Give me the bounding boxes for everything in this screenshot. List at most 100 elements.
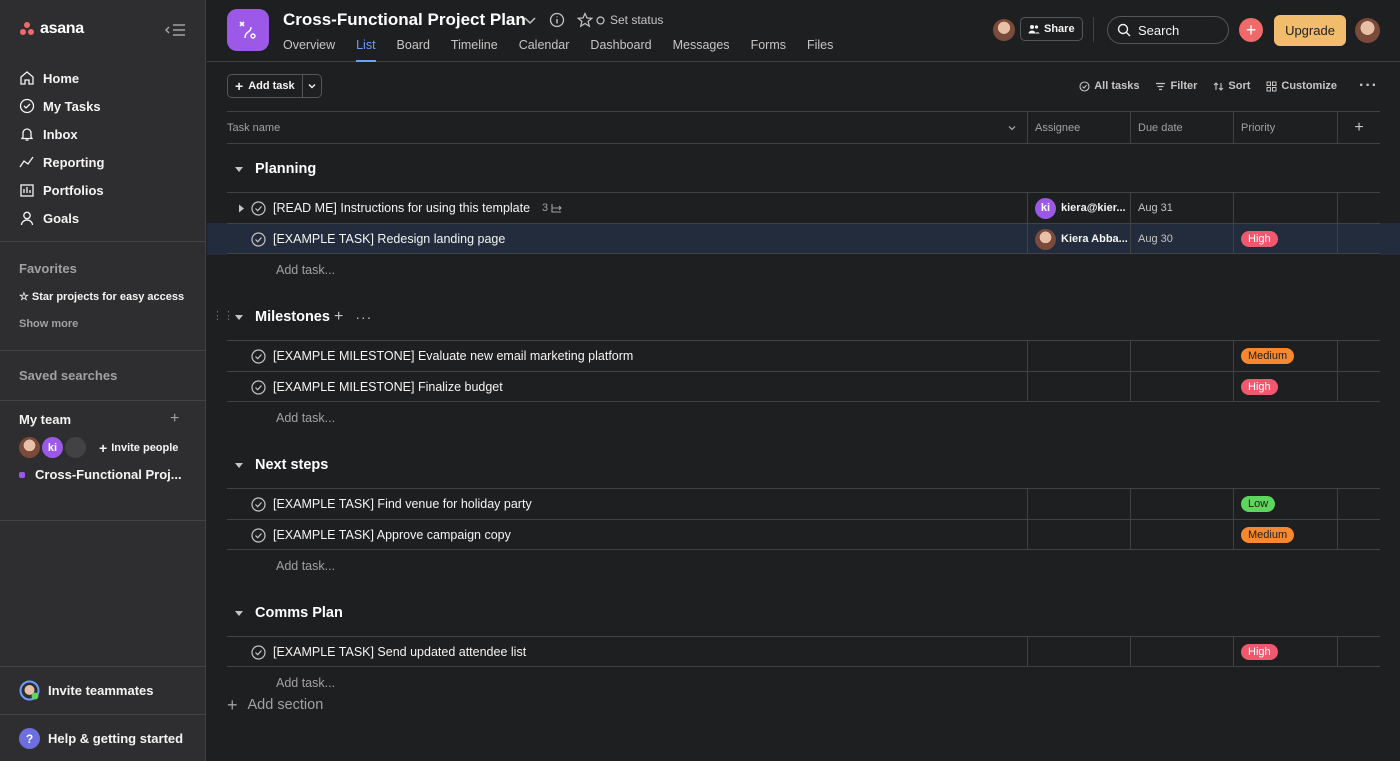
table-row[interactable]: [EXAMPLE TASK] Approve campaign copy Med… — [227, 519, 1380, 550]
assignee-cell[interactable] — [1027, 341, 1130, 371]
star-icon[interactable] — [577, 12, 593, 28]
task-name-cell[interactable]: [EXAMPLE TASK] Approve campaign copy — [227, 520, 1027, 550]
add-task-button[interactable]: + Add task — [228, 75, 303, 97]
complete-check-icon[interactable] — [251, 527, 266, 543]
invite-people-button[interactable]: + Invite people — [99, 440, 178, 456]
due-date-cell[interactable] — [1130, 341, 1233, 371]
saved-searches-title[interactable]: Saved searches — [19, 368, 117, 383]
add-task-row[interactable]: Add task... — [227, 550, 1380, 582]
tab-timeline[interactable]: Timeline — [451, 38, 508, 62]
add-task-dropdown[interactable] — [303, 75, 321, 97]
assignee-cell[interactable] — [1027, 637, 1130, 667]
priority-cell[interactable] — [1233, 193, 1337, 223]
collapse-sidebar-icon[interactable] — [163, 20, 187, 40]
priority-cell[interactable]: High — [1233, 372, 1337, 402]
table-row[interactable]: [READ ME] Instructions for using this te… — [227, 192, 1380, 223]
complete-check-icon[interactable] — [251, 496, 266, 512]
caret-down-icon[interactable] — [234, 314, 244, 322]
assignee-cell[interactable] — [1027, 372, 1130, 402]
project-title[interactable]: Cross-Functional Project Plan — [283, 10, 526, 30]
drag-handle-icon[interactable]: ⋮⋮ — [212, 309, 234, 322]
filter-button[interactable]: Filter — [1155, 80, 1197, 92]
tab-messages[interactable]: Messages — [673, 38, 740, 62]
add-task-row[interactable]: Add task... — [227, 402, 1380, 434]
table-row[interactable]: [EXAMPLE MILESTONE] Evaluate new email m… — [227, 340, 1380, 371]
all-tasks-filter[interactable]: All tasks — [1079, 80, 1139, 92]
tab-forms[interactable]: Forms — [751, 38, 796, 62]
team-avatars[interactable]: ki — [19, 437, 86, 458]
customize-button[interactable]: Customize — [1266, 80, 1337, 92]
due-date-cell[interactable] — [1130, 372, 1233, 402]
sidebar-item-goals[interactable]: Goals — [0, 204, 206, 232]
sidebar-item-home[interactable]: Home — [0, 64, 206, 92]
column-assignee[interactable]: Assignee — [1027, 112, 1130, 143]
due-date-cell[interactable] — [1130, 489, 1233, 519]
add-team-icon[interactable]: + — [170, 411, 179, 427]
due-date-cell[interactable] — [1130, 520, 1233, 550]
section-title[interactable]: Milestones — [255, 309, 330, 325]
complete-check-icon[interactable] — [251, 644, 266, 660]
complete-check-icon[interactable] — [251, 231, 266, 247]
tab-overview[interactable]: Overview — [283, 38, 345, 62]
more-options-icon[interactable]: ··· — [355, 309, 372, 325]
priority-cell[interactable]: Medium — [1233, 341, 1337, 371]
project-icon[interactable] — [227, 9, 269, 51]
column-task-name[interactable]: Task name — [227, 112, 1027, 143]
asana-logo[interactable]: asana — [20, 20, 84, 38]
priority-cell[interactable]: Medium — [1233, 520, 1337, 550]
search-input[interactable]: Search — [1107, 16, 1229, 44]
assignee-cell[interactable] — [1027, 520, 1130, 550]
caret-down-icon[interactable] — [234, 610, 244, 618]
upgrade-button[interactable]: Upgrade — [1274, 15, 1346, 46]
complete-check-icon[interactable] — [251, 348, 266, 364]
add-task-row[interactable]: Add task... — [227, 254, 1380, 286]
complete-check-icon[interactable] — [251, 200, 266, 216]
set-status-button[interactable]: Set status — [596, 13, 663, 27]
task-name-cell[interactable]: [EXAMPLE TASK] Send updated attendee lis… — [227, 637, 1027, 667]
priority-cell[interactable]: High — [1233, 637, 1337, 667]
member-avatar[interactable] — [993, 19, 1015, 41]
column-due-date[interactable]: Due date — [1130, 112, 1233, 143]
due-date-cell[interactable]: Aug 31 — [1130, 193, 1233, 223]
add-task-icon[interactable]: + — [334, 308, 343, 326]
chevron-down-icon[interactable] — [1007, 123, 1017, 133]
share-button[interactable]: Share — [1020, 17, 1083, 41]
sidebar-item-my-tasks[interactable]: My Tasks — [0, 92, 206, 120]
sidebar-item-inbox[interactable]: Inbox — [0, 120, 206, 148]
section-title[interactable]: Next steps — [255, 457, 328, 473]
tab-list[interactable]: List — [356, 38, 385, 62]
section-title[interactable]: Comms Plan — [255, 605, 343, 621]
add-task-row[interactable]: Add task... — [227, 667, 1380, 699]
invite-teammates-button[interactable]: Invite teammates — [19, 680, 154, 701]
subtask-count[interactable]: 3 — [542, 202, 563, 214]
caret-right-icon[interactable] — [238, 204, 245, 213]
section-title[interactable]: Planning — [255, 161, 316, 177]
quick-add-button[interactable]: + — [1239, 18, 1263, 42]
tab-dashboard[interactable]: Dashboard — [590, 38, 661, 62]
add-column-icon[interactable]: + — [1337, 112, 1380, 143]
priority-cell[interactable]: High — [1233, 224, 1337, 254]
task-name-cell[interactable]: [EXAMPLE TASK] Find venue for holiday pa… — [227, 489, 1027, 519]
tab-board[interactable]: Board — [397, 38, 440, 62]
sort-button[interactable]: Sort — [1213, 80, 1250, 92]
caret-down-icon[interactable] — [234, 462, 244, 470]
priority-cell[interactable]: Low — [1233, 489, 1337, 519]
complete-check-icon[interactable] — [251, 379, 266, 395]
user-avatar[interactable] — [1355, 18, 1380, 43]
team-title[interactable]: My team — [19, 412, 71, 427]
chevron-down-icon[interactable] — [523, 13, 537, 27]
add-section-button[interactable]: + Add section — [227, 696, 323, 714]
due-date-cell[interactable] — [1130, 637, 1233, 667]
more-options-icon[interactable]: ··· — [1359, 77, 1378, 95]
sidebar-item-project[interactable]: Cross-Functional Proj... — [19, 467, 182, 482]
assignee-cell[interactable]: ki kiera@kier... — [1027, 193, 1130, 223]
tab-calendar[interactable]: Calendar — [519, 38, 580, 62]
task-name-cell[interactable]: [READ ME] Instructions for using this te… — [227, 193, 1027, 223]
assignee-cell[interactable]: Kiera Abba... — [1027, 224, 1130, 254]
sidebar-item-portfolios[interactable]: Portfolios — [0, 176, 206, 204]
table-row[interactable]: [EXAMPLE TASK] Find venue for holiday pa… — [227, 488, 1380, 519]
task-name-cell[interactable]: [EXAMPLE MILESTONE] Finalize budget — [227, 372, 1027, 402]
table-row[interactable]: [EXAMPLE TASK] Redesign landing page Kie… — [207, 223, 1400, 255]
table-row[interactable]: [EXAMPLE MILESTONE] Finalize budget High — [227, 371, 1380, 402]
column-priority[interactable]: Priority — [1233, 112, 1337, 143]
